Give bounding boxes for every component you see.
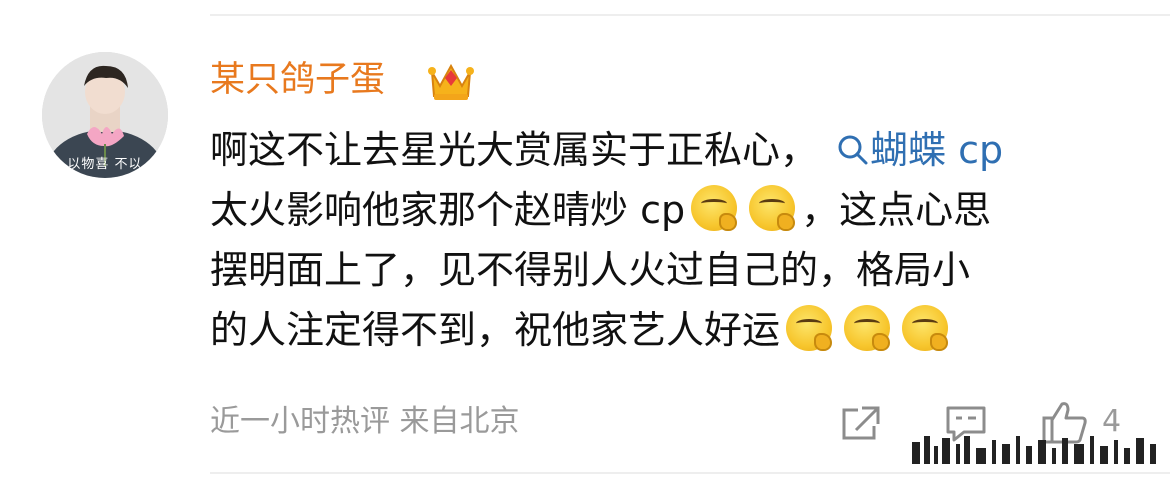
top-divider (210, 14, 1170, 16)
thinking-emoji (844, 305, 891, 351)
watermark-barcode-icon (912, 436, 1156, 464)
comment-meta: 近一小时热评 来自北京 (210, 400, 520, 444)
comment-line-3: 摆明面上了，见不得别人火过自己的，格局小 (210, 248, 971, 292)
bottom-divider (210, 472, 1170, 474)
thinking-emoji (691, 185, 738, 231)
avatar[interactable]: 以物喜 不以 (42, 52, 168, 178)
share-icon[interactable] (838, 404, 882, 444)
comment-line-4: 的人注定得不到，祝他家艺人好运 (210, 300, 1140, 360)
comment-body: 啊这不让去星光大赏属实于正私心， 蝴蝶 cp 太火影响他家那个赵晴炒 cp ，这点心… (210, 120, 1140, 360)
thinking-emoji (902, 305, 949, 351)
avatar-caption: 以物喜 不以 (67, 157, 143, 172)
username[interactable]: 某只鸽子蛋 (210, 56, 385, 104)
location-label: 来自北京 (399, 404, 520, 439)
hot-comment-label: 近一小时热评 (210, 404, 390, 439)
comment-text-4: 的人注定得不到，祝他家艺人好运 (210, 308, 781, 352)
comment-text-2-tail: ，这点心思 (801, 188, 992, 232)
comment-text-1: 啊这不让去星光大赏属实于正私心， (210, 128, 819, 172)
topic-label: 蝴蝶 cp (870, 128, 1004, 172)
thinking-emoji (749, 185, 796, 231)
comment-text-2: 太火影响他家那个赵晴炒 cp (210, 188, 686, 232)
topic-link[interactable]: 蝴蝶 cp (836, 128, 1003, 172)
thinking-emoji (786, 305, 833, 351)
comment-line-2: 太火影响他家那个赵晴炒 cp ，这点心思 (210, 180, 1140, 240)
search-icon (838, 135, 868, 165)
crown-icon (428, 63, 474, 100)
comment-line-1: 啊这不让去星光大赏属实于正私心， 蝴蝶 cp (210, 120, 1140, 180)
